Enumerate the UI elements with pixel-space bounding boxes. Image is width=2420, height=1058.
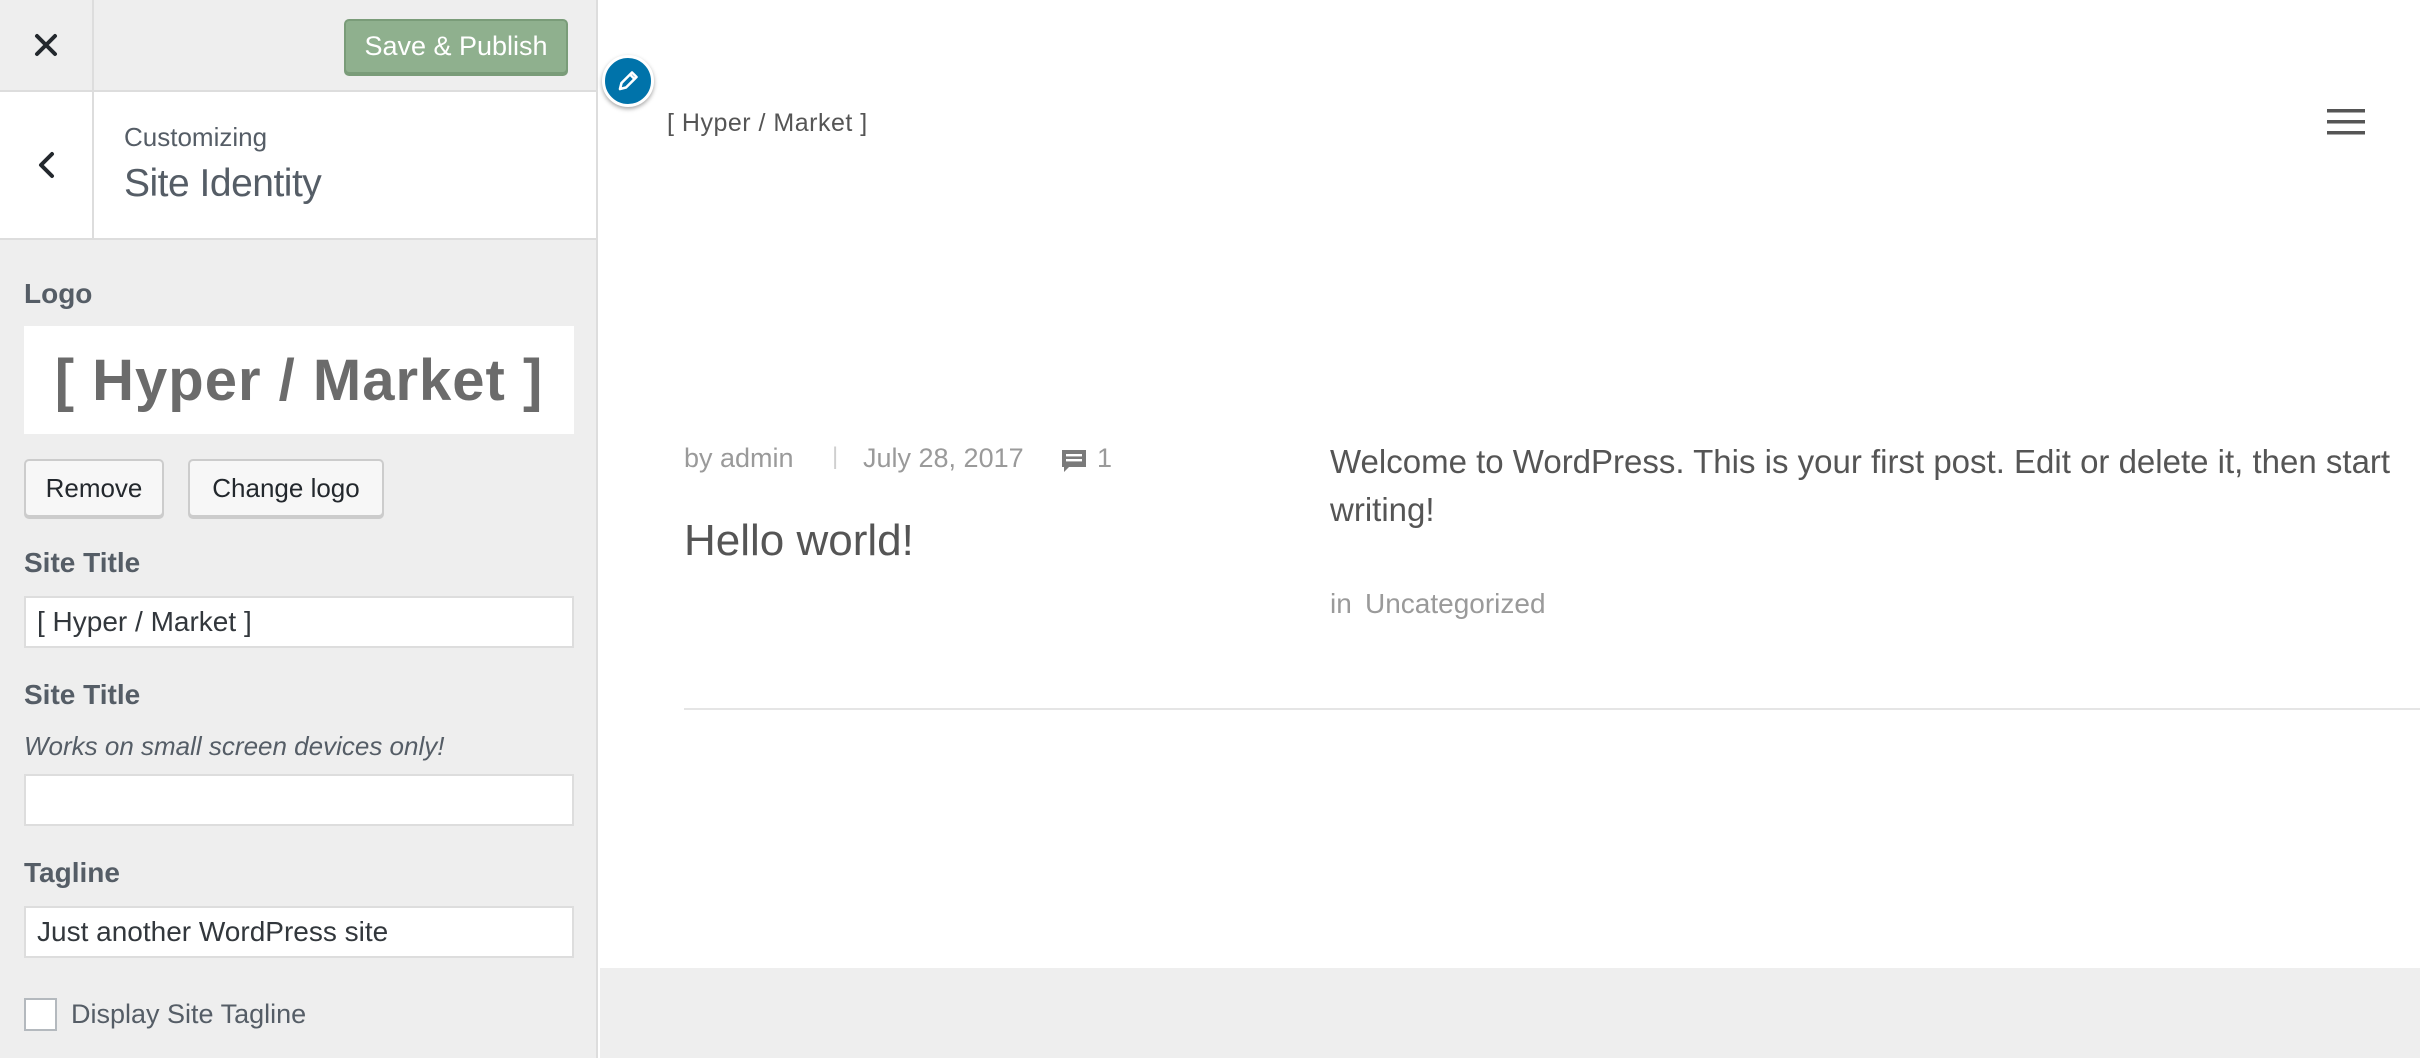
pencil-icon	[618, 71, 638, 91]
preview-footer	[600, 968, 2420, 1058]
site-brand-link[interactable]: [ Hyper / Market ]	[667, 109, 868, 138]
small-site-title-input[interactable]	[24, 774, 574, 826]
small-site-title-label: Site Title	[24, 679, 141, 710]
category-prefix: in	[1330, 588, 1352, 619]
customizing-label: Customizing	[124, 122, 268, 152]
customizer-sidebar: Save & Publish Customizing Site Identity…	[0, 0, 598, 1058]
post-title[interactable]: Hello world!	[684, 516, 914, 566]
back-button[interactable]	[0, 92, 94, 238]
tagline-label: Tagline	[24, 857, 120, 888]
logo-preview[interactable]: [ Hyper / Market ]	[24, 326, 574, 434]
tagline-input[interactable]: Just another WordPress site	[24, 906, 574, 958]
display-tagline-checkbox[interactable]	[24, 998, 57, 1031]
small-site-title-description: Works on small screen devices only!	[24, 731, 445, 761]
meta-separator: |	[832, 443, 839, 470]
section-title: Site Identity	[124, 162, 322, 205]
comment-icon[interactable]	[1061, 449, 1087, 473]
customizer-topbar: Save & Publish	[0, 0, 596, 92]
post-date[interactable]: July 28, 2017	[863, 443, 1024, 474]
menu-toggle-button[interactable]	[2327, 108, 2365, 136]
logo-label: Logo	[24, 278, 93, 309]
hamburger-menu-icon	[2327, 109, 2365, 135]
change-logo-button[interactable]: Change logo	[188, 459, 384, 517]
site-title-label: Site Title	[24, 547, 141, 578]
save-publish-button[interactable]: Save & Publish	[344, 19, 568, 74]
chevron-left-icon	[39, 152, 54, 178]
post-author[interactable]: by admin	[684, 443, 794, 474]
category-link[interactable]: Uncategorized	[1365, 588, 1546, 620]
display-tagline-label[interactable]: Display Site Tagline	[71, 999, 306, 1030]
post-excerpt: Welcome to WordPress. This is your first…	[1330, 443, 2391, 528]
close-icon	[35, 34, 57, 56]
comment-count[interactable]: 1	[1097, 443, 1112, 474]
remove-logo-button[interactable]: Remove	[24, 459, 164, 517]
site-title-input[interactable]: [ Hyper / Market ]	[24, 596, 574, 648]
section-header: Customizing Site Identity	[0, 92, 596, 240]
close-button[interactable]	[0, 0, 94, 90]
edit-shortcut-button[interactable]	[602, 55, 654, 107]
post-divider	[684, 708, 2420, 710]
